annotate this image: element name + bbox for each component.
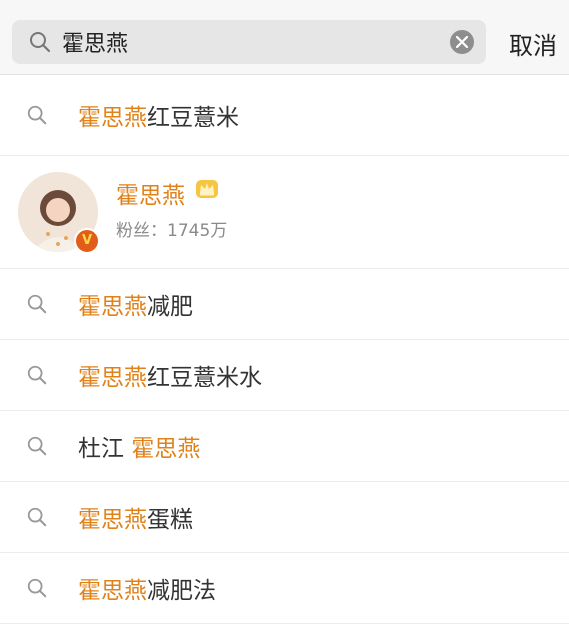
search-icon — [27, 578, 47, 598]
cancel-button[interactable]: 取消 — [509, 26, 557, 61]
search-icon — [30, 32, 51, 53]
suggestion-item[interactable]: 杜江 霍思燕 — [0, 411, 569, 482]
suggestion-text: 杜江 霍思燕 — [78, 429, 200, 463]
suggestion-highlight: 霍思燕 — [78, 578, 147, 604]
suggestion-text: 霍思燕减肥法 — [78, 571, 216, 605]
search-icon — [27, 294, 47, 314]
suggestion-rest: 减肥法 — [147, 578, 216, 604]
search-bar: 取消 — [0, 0, 569, 75]
clear-icon — [456, 36, 468, 48]
suggestion-text: 霍思燕减肥 — [78, 287, 193, 321]
clear-search-button[interactable] — [450, 30, 474, 54]
search-input[interactable] — [62, 20, 442, 64]
suggestion-item[interactable]: 霍思燕红豆薏米水 — [0, 340, 569, 411]
avatar[interactable]: V — [18, 172, 100, 254]
suggestion-rest: 红豆薏米 — [147, 105, 239, 131]
search-icon — [27, 507, 47, 527]
suggestion-highlight: 霍思燕 — [78, 294, 147, 320]
suggestion-text: 霍思燕蛋糕 — [78, 500, 193, 534]
search-icon — [27, 105, 47, 125]
search-icon — [27, 436, 47, 456]
suggestion-text: 霍思燕红豆薏米 — [78, 98, 239, 132]
search-icon — [27, 365, 47, 385]
suggestion-item[interactable]: 霍思燕红豆薏米 — [0, 75, 569, 156]
suggestion-prefix: 杜江 — [78, 436, 132, 462]
fans-label: 粉丝： — [116, 221, 167, 241]
crown-icon — [196, 180, 218, 198]
suggestion-highlight: 霍思燕 — [78, 507, 147, 533]
suggestion-list: 霍思燕红豆薏米 V 霍思燕 粉丝：1745万 霍思燕减肥 霍思燕红豆薏米水 杜江… — [0, 75, 569, 624]
suggestion-text: 霍思燕红豆薏米水 — [78, 358, 262, 392]
suggestion-rest: 蛋糕 — [147, 507, 193, 533]
fans-value: 1745万 — [167, 221, 228, 241]
suggestion-item[interactable]: 霍思燕减肥法 — [0, 553, 569, 624]
suggestion-rest: 红豆薏米水 — [147, 365, 262, 391]
fans-count: 粉丝：1745万 — [116, 216, 227, 241]
suggestion-rest: 减肥 — [147, 294, 193, 320]
suggestion-item[interactable]: 霍思燕减肥 — [0, 269, 569, 340]
user-name: 霍思燕 — [116, 183, 185, 209]
suggestion-highlight: 霍思燕 — [78, 105, 147, 131]
search-box[interactable] — [12, 20, 486, 64]
suggestion-highlight: 霍思燕 — [78, 365, 147, 391]
user-result[interactable]: V 霍思燕 粉丝：1745万 — [0, 156, 569, 269]
verified-badge-icon: V — [74, 228, 100, 254]
suggestion-item[interactable]: 霍思燕蛋糕 — [0, 482, 569, 553]
suggestion-highlight: 霍思燕 — [131, 436, 201, 462]
